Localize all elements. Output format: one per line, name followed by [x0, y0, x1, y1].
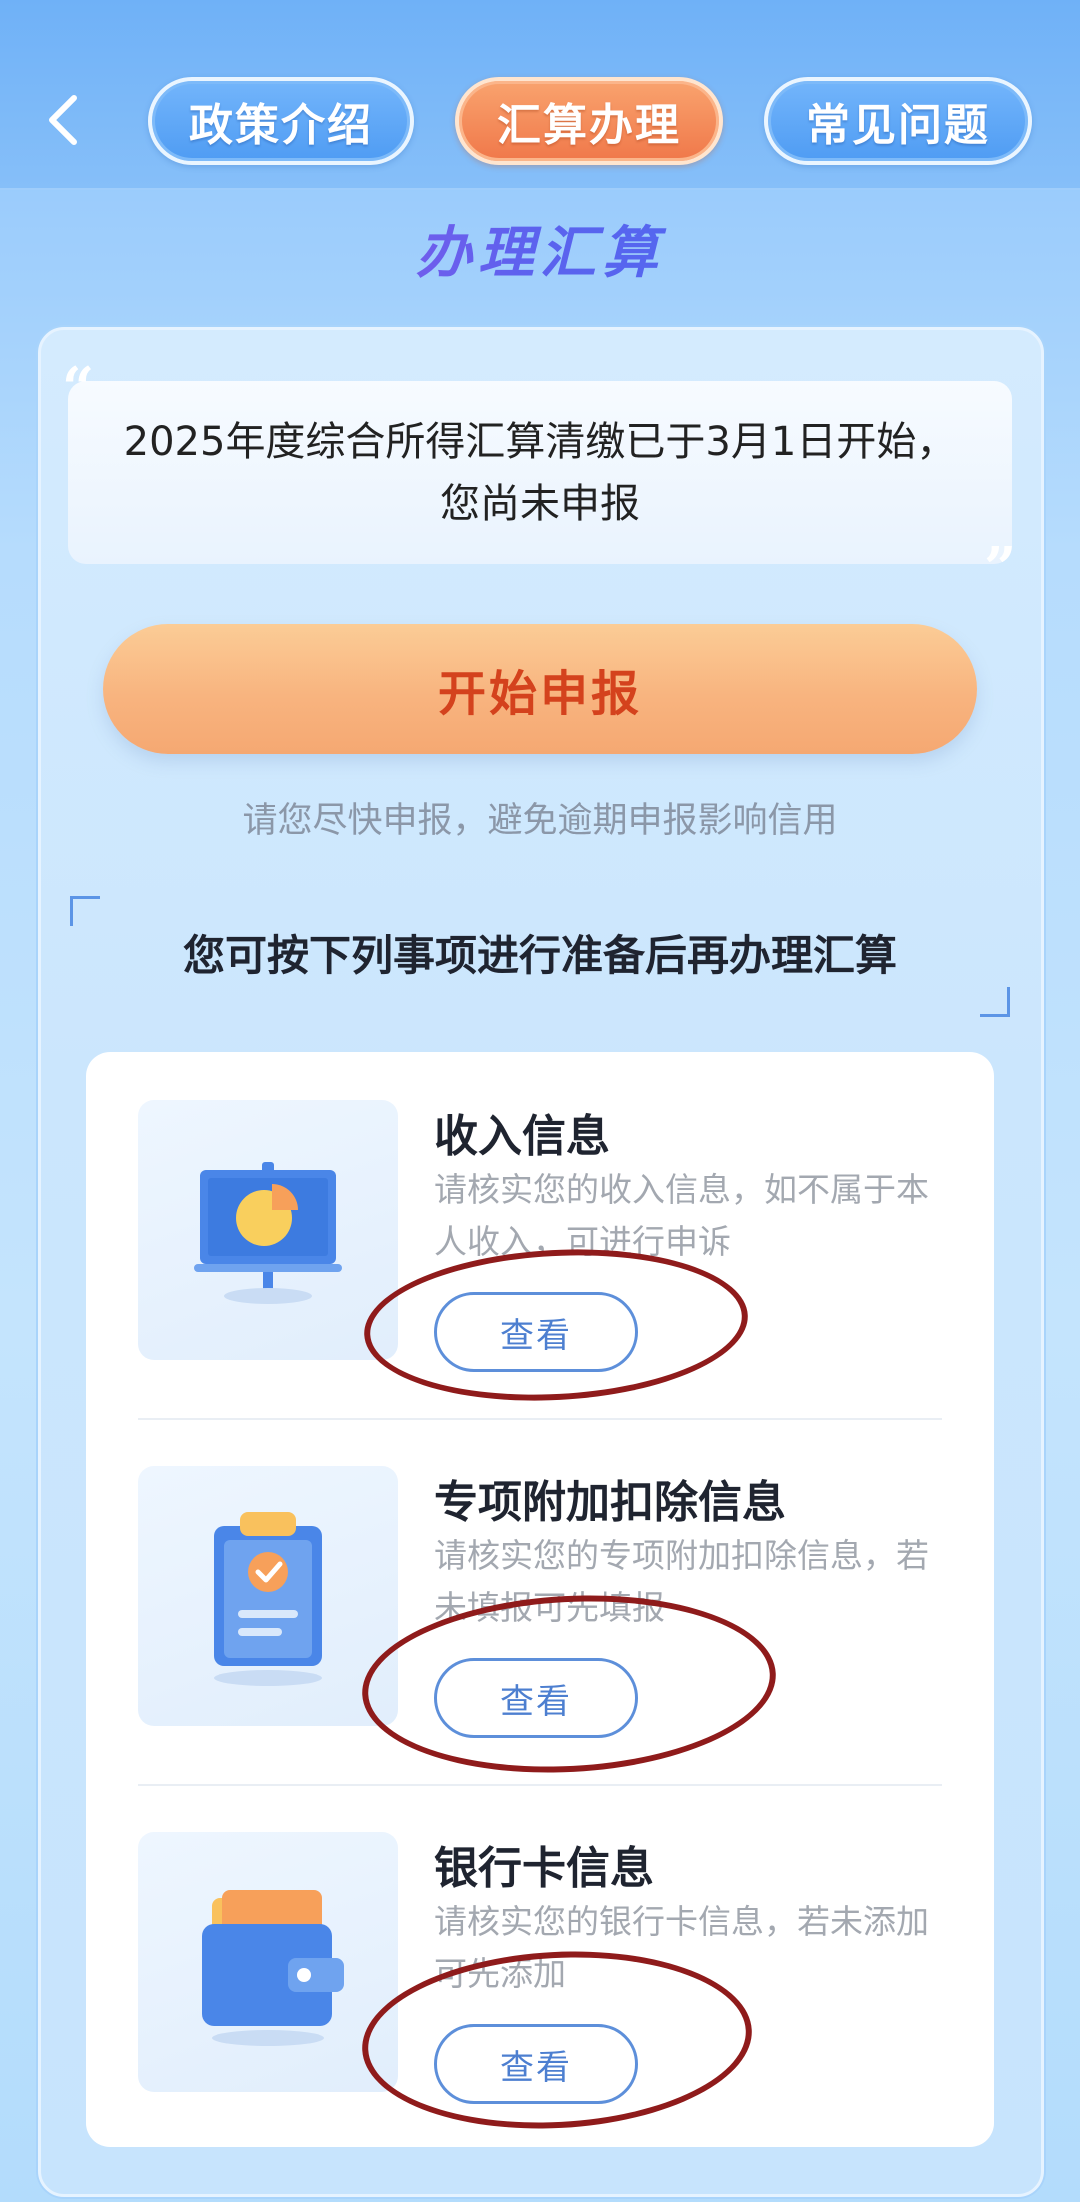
section-title: 办理汇算 [0, 208, 1080, 289]
open-quote-icon: “ [62, 355, 95, 421]
tab-settlement-handling[interactable]: 汇算办理 [455, 77, 723, 165]
item-description: 请核实您的收入信息，如不属于本人收入，可进行申诉 [434, 1170, 929, 1261]
wallet-icon [202, 1890, 344, 2046]
item-title: 银行卡信息 [434, 1843, 654, 1894]
tab-policy-intro[interactable]: 政策介绍 [148, 77, 414, 165]
close-quote-icon: ” [984, 535, 1017, 601]
notice-line-2: 您尚未申报 [440, 480, 640, 527]
thumbnail [138, 1100, 398, 1360]
start-filing-button[interactable]: 开始申报 [103, 624, 977, 754]
clipboard-check-icon [214, 1512, 322, 1686]
top-nav-bar: 政策介绍 汇算办理 常见问题 [0, 0, 1080, 190]
corner-bracket-bottom-right [980, 987, 1010, 1017]
back-button[interactable] [34, 80, 94, 160]
notice-line-1: 2025年度综合所得汇算清缴已于3月1日开始， [123, 418, 957, 465]
notice-box: 2025年度综合所得汇算清缴已于3月1日开始， 您尚未申报 [68, 381, 1012, 564]
chevron-left-icon [49, 95, 77, 145]
thumbnail [138, 1466, 398, 1726]
item-title: 专项附加扣除信息 [434, 1477, 786, 1528]
item-title: 收入信息 [434, 1111, 610, 1162]
presentation-chart-icon [194, 1162, 342, 1304]
filing-hint: 请您尽快申报，避免逾期申报影响信用 [242, 801, 838, 841]
thumbnail [138, 1832, 398, 2092]
preparation-title: 您可按下列事项进行准备后再办理汇算 [182, 931, 897, 980]
tab-faq[interactable]: 常见问题 [764, 77, 1032, 165]
